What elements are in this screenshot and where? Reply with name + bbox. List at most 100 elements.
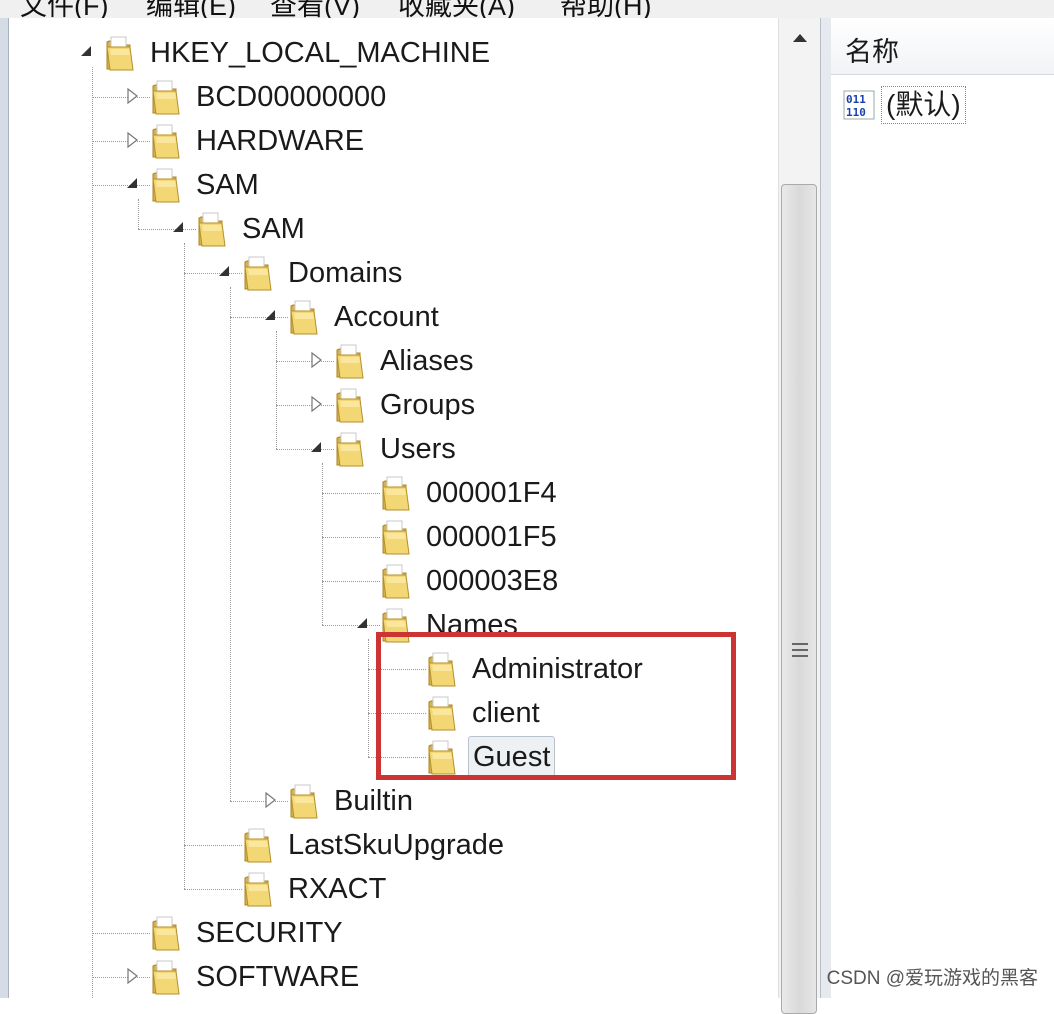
collapsed-triangle-icon (127, 968, 138, 984)
collapse-toggle[interactable] (309, 440, 329, 460)
tree-node-client[interactable]: client (426, 691, 544, 735)
tree-node-label: Administrator (472, 653, 643, 685)
expand-toggle[interactable] (125, 88, 145, 108)
collapsed-triangle-icon (311, 396, 322, 412)
expand-toggle[interactable] (309, 396, 329, 416)
tree-node-names[interactable]: Names (380, 603, 522, 647)
tree-node-lastskuupgrade[interactable]: LastSkuUpgrade (242, 823, 508, 867)
tree-node-rxact[interactable]: RXACT (242, 867, 390, 911)
tree-connector-line (368, 713, 426, 714)
svg-text:110: 110 (846, 106, 866, 119)
tree-node-guest[interactable]: Guest (426, 735, 556, 779)
tree-node-hardware[interactable]: HARDWARE (150, 119, 368, 163)
tree-node-label: 000003E8 (426, 565, 559, 597)
folder-icon (290, 784, 318, 819)
tree-node-builtin[interactable]: Builtin (288, 779, 417, 823)
tree-connector-line (92, 67, 93, 998)
tree-node-aliases[interactable]: Aliases (334, 339, 478, 383)
tree-connector-line (184, 889, 242, 890)
tree-vertical-scrollbar[interactable] (778, 18, 821, 1014)
folder-icon (428, 696, 456, 731)
folder-icon (336, 432, 364, 467)
registry-binary-value-icon: 011 110 (843, 90, 875, 120)
tree-node-sam[interactable]: SAM (196, 207, 309, 251)
tree-node-domains[interactable]: Domains (242, 251, 406, 295)
tree-node-security[interactable]: SECURITY (150, 911, 347, 955)
value-row[interactable]: 011 110 (默认) (843, 84, 966, 126)
folder-icon (152, 80, 180, 115)
tree-node-label: Domains (288, 257, 403, 289)
menu-view[interactable]: 查看(V) (270, 0, 360, 18)
collapse-toggle[interactable] (217, 264, 237, 284)
folder-icon (290, 300, 318, 335)
collapsed-triangle-icon (265, 792, 276, 808)
tree-node-label: HARDWARE (196, 125, 365, 157)
tree-node-bcd00000000[interactable]: BCD00000000 (150, 75, 390, 119)
menu-help[interactable]: 帮助(H) (560, 0, 651, 18)
folder-icon (336, 388, 364, 423)
folder-icon (382, 520, 410, 555)
menu-favorites[interactable]: 收藏夹(A) (398, 0, 515, 18)
tree-node-label: Account (334, 301, 439, 333)
expanded-triangle-icon (219, 266, 229, 276)
folder-icon (152, 960, 180, 995)
collapsed-triangle-icon (311, 352, 322, 368)
tree-connector-line (138, 199, 139, 229)
expand-toggle[interactable] (263, 792, 283, 812)
collapse-toggle[interactable] (125, 176, 145, 196)
grip-line (792, 655, 808, 657)
expand-toggle[interactable] (125, 968, 145, 988)
folder-icon (428, 652, 456, 687)
collapse-toggle[interactable] (79, 44, 99, 64)
tree-node-hkey-local-machine[interactable]: HKEY_LOCAL_MACHINE (104, 31, 494, 75)
value-name: (默认) (881, 86, 966, 124)
expanded-triangle-icon (81, 46, 91, 56)
menu-bar: 文件(F) 编辑(E) 查看(V) 收藏夹(A) 帮助(H) (0, 0, 1054, 18)
column-header-name[interactable]: 名称 (831, 18, 1054, 75)
folder-icon (428, 740, 456, 775)
tree-node-label: BCD00000000 (196, 81, 387, 113)
expand-toggle[interactable] (125, 132, 145, 152)
menu-file[interactable]: 文件(F) (20, 0, 108, 18)
tree-node-000001f4[interactable]: 000001F4 (380, 471, 561, 515)
tree-node-000001f5[interactable]: 000001F5 (380, 515, 561, 559)
tree-connector-line (92, 933, 150, 934)
tree-connector-line (368, 757, 426, 758)
tree-node-software[interactable]: SOFTWARE (150, 955, 363, 998)
arrow-up-icon (793, 34, 807, 42)
tree-node-label: RXACT (288, 873, 387, 905)
expanded-triangle-icon (265, 310, 275, 320)
tree-node-label: Aliases (380, 345, 474, 377)
folder-icon (198, 212, 226, 247)
tree-node-label: client (472, 697, 540, 729)
tree-node-groups[interactable]: Groups (334, 383, 479, 427)
collapse-toggle[interactable] (171, 220, 191, 240)
tree-node-label: 000001F5 (426, 521, 557, 553)
tree-node-label: SAM (242, 213, 305, 245)
tree-node-label: Guest (468, 736, 556, 778)
tree-node-label: Builtin (334, 785, 413, 817)
collapse-toggle[interactable] (355, 616, 375, 636)
tree-node-000003e8[interactable]: 000003E8 (380, 559, 562, 603)
tree-node-administrator[interactable]: Administrator (426, 647, 647, 691)
tree-connector-line (322, 463, 323, 625)
tree-connector-line (184, 243, 185, 889)
grip-icon (792, 643, 808, 645)
tree-node-label: Names (426, 609, 518, 641)
menu-edit[interactable]: 编辑(E) (146, 0, 236, 18)
expand-toggle[interactable] (309, 352, 329, 372)
folder-icon (244, 256, 272, 291)
tree-connector-line (368, 639, 369, 757)
tree-node-users[interactable]: Users (334, 427, 460, 471)
collapsed-triangle-icon (127, 88, 138, 104)
tree-node-label: 000001F4 (426, 477, 557, 509)
scroll-up-button[interactable] (779, 18, 821, 58)
collapsed-triangle-icon (127, 132, 138, 148)
collapse-toggle[interactable] (263, 308, 283, 328)
tree-node-sam[interactable]: SAM (150, 163, 263, 207)
scroll-thumb[interactable] (781, 184, 817, 1014)
tree-node-account[interactable]: Account (288, 295, 443, 339)
registry-key-tree: HKEY_LOCAL_MACHINE BCD00000000 HARDWARE SAM… (9, 18, 820, 998)
tree-node-label: HKEY_LOCAL_MACHINE (150, 37, 491, 69)
expanded-triangle-icon (357, 618, 367, 628)
